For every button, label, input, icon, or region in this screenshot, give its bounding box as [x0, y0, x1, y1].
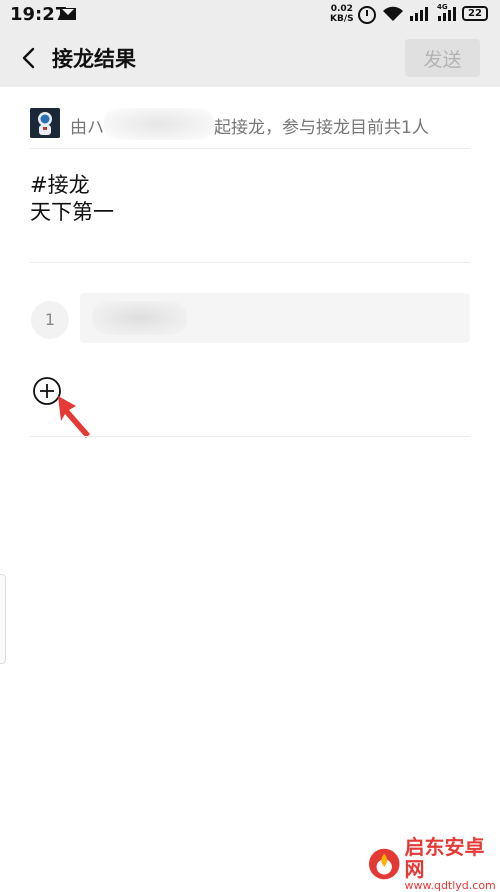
blurred-name: [104, 108, 214, 140]
signal-icon: [410, 7, 428, 21]
divider: [30, 436, 470, 437]
mail-notification-icon: [60, 8, 76, 20]
divider: [30, 262, 470, 263]
network-speed: 0.02 KB/S: [330, 4, 354, 24]
status-bar: 19:27 0.02 KB/S 4G 22: [0, 0, 500, 30]
annotation-arrow-icon: [58, 396, 90, 438]
signal-icon-2: [438, 7, 456, 21]
nav-bar: 接龙结果 发送: [0, 30, 500, 87]
initiator-suffix: 起接龙，参与接龙目前共1人: [214, 118, 429, 138]
side-drawer-handle[interactable]: [0, 574, 6, 664]
initiator-prefix: 由: [70, 118, 87, 138]
page-title: 接龙结果: [52, 47, 136, 71]
initiator-text: 由ハ 起接龙，参与接龙目前共1人: [70, 108, 429, 140]
initiator-row: 由ハ 起接龙，参与接龙目前共1人: [30, 104, 470, 144]
send-button[interactable]: 发送: [405, 39, 480, 77]
status-time: 19:27: [10, 4, 68, 25]
watermark-logo-icon: [368, 848, 400, 880]
watermark: 启东安卓网 www.qdtlyd.com: [368, 836, 500, 892]
solitaire-title: #接龙: [30, 173, 90, 197]
network-speed-unit: KB/S: [330, 14, 354, 24]
blurred-entry: [92, 301, 187, 335]
alarm-icon: [358, 6, 376, 24]
battery-icon: 22: [462, 6, 488, 21]
solitaire-description: 天下第一: [30, 200, 114, 224]
network-speed-value: 0.02: [330, 4, 353, 14]
entry-number: 1: [31, 301, 69, 339]
avatar[interactable]: [30, 108, 60, 138]
initiator-name: ハ: [87, 118, 104, 138]
wifi-icon: [383, 6, 403, 21]
watermark-name: 启东安卓网: [404, 835, 485, 881]
divider: [30, 148, 470, 149]
astronaut-avatar-icon: [30, 108, 60, 138]
watermark-url: www.qdtlyd.com: [404, 879, 496, 892]
entry-input[interactable]: [80, 293, 470, 343]
back-arrow-icon[interactable]: [18, 46, 42, 70]
